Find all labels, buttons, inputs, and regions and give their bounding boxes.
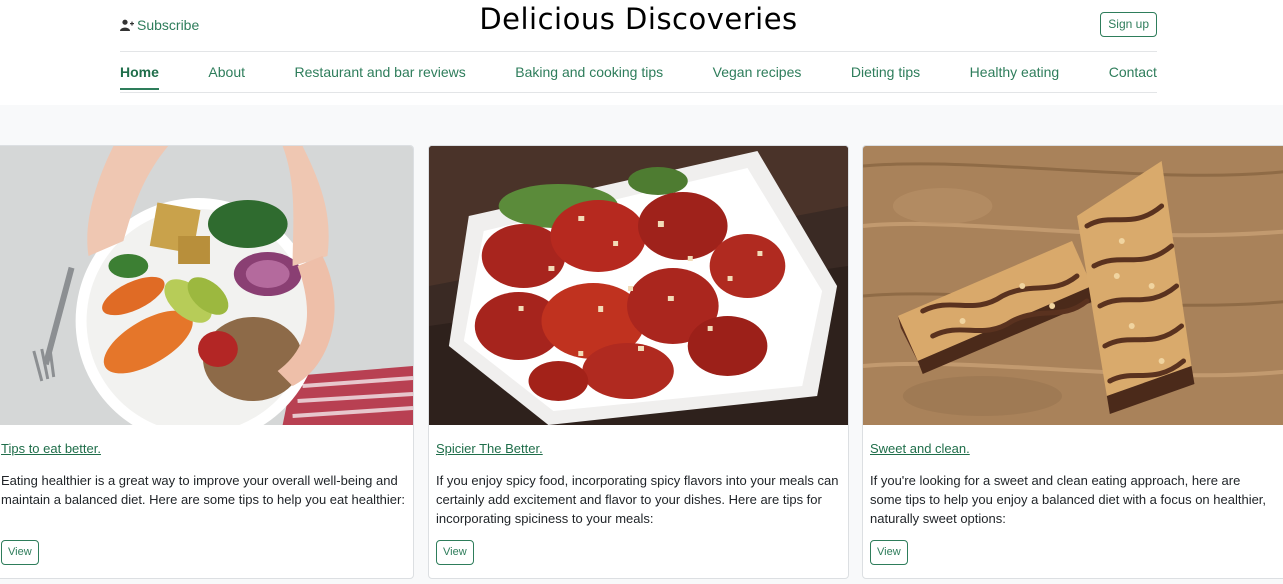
main-content: Tips to eat better. Eating healthier is … [0, 105, 1283, 584]
card-title-link[interactable]: Sweet and clean. [870, 441, 970, 456]
header-container: Subscribe Delicious Discoveries Sign up … [120, 0, 1157, 105]
nav-item-about[interactable]: About [208, 52, 245, 92]
view-button[interactable]: View [1, 540, 39, 565]
article-card: Spicier The Better. If you enjoy spicy f… [428, 145, 849, 579]
card-description: If you enjoy spicy food, incorporating s… [436, 473, 839, 526]
nav-item-healthy-eating[interactable]: Healthy eating [970, 52, 1060, 92]
card-title-link[interactable]: Tips to eat better. [1, 441, 101, 456]
nav-item-home[interactable]: Home [120, 52, 159, 92]
nav-item-dieting-tips[interactable]: Dieting tips [851, 52, 920, 92]
view-button[interactable]: View [870, 540, 908, 565]
nav-divider [120, 92, 1157, 93]
card-description: If you're looking for a sweet and clean … [870, 473, 1267, 526]
article-card: Tips to eat better. Eating healthier is … [0, 145, 414, 579]
nav-item-baking-tips[interactable]: Baking and cooking tips [515, 52, 663, 92]
sign-up-button[interactable]: Sign up [1100, 12, 1157, 37]
view-button[interactable]: View [436, 540, 474, 565]
article-card: Sweet and clean. If you're looking for a… [862, 145, 1283, 579]
nav-item-contact[interactable]: Contact [1109, 52, 1157, 92]
site-header: Subscribe Delicious Discoveries Sign up … [0, 0, 1283, 105]
card-description: Eating healthier is a great way to impro… [1, 473, 405, 507]
card-title-link[interactable]: Spicier The Better. [436, 441, 543, 456]
spicy-chicken-image[interactable] [429, 146, 848, 425]
healthy-bowl-image[interactable] [0, 146, 413, 425]
nav-item-vegan-recipes[interactable]: Vegan recipes [713, 52, 802, 92]
main-nav: Home About Restaurant and bar reviews Ba… [120, 52, 1157, 92]
granola-bars-image[interactable] [863, 146, 1283, 425]
nav-item-restaurant-reviews[interactable]: Restaurant and bar reviews [295, 52, 466, 92]
site-title: Delicious Discoveries [479, 2, 798, 36]
